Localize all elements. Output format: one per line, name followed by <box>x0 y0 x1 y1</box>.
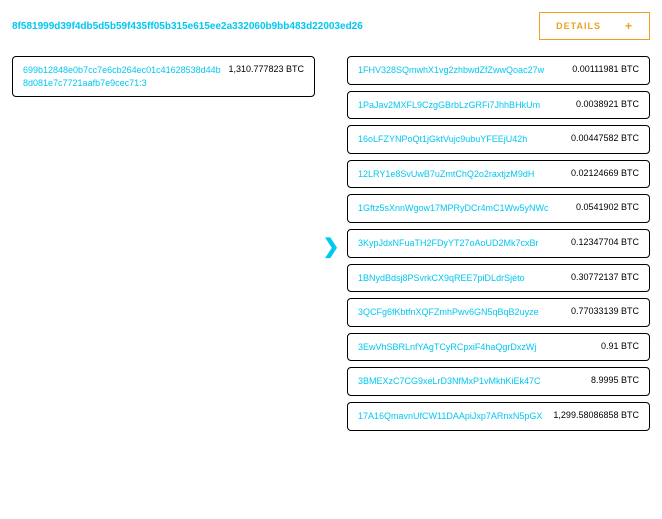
input-address[interactable]: 699b12848e0b7cc7e6cb264ec01c41628538d44b… <box>23 64 222 89</box>
output-amount: 0.77033139 BTC <box>571 306 639 316</box>
output-row: 17A16QmavnUfCW11DAApiJxp7ARnxN5pGX 1,299… <box>347 402 650 431</box>
output-row: 3QCFg6fKbtfnXQFZmhPwv6GN5qBqB2uyze 0.770… <box>347 298 650 327</box>
input-row: 699b12848e0b7cc7e6cb264ec01c41628538d44b… <box>12 56 315 97</box>
output-address[interactable]: 16oLFZYNPoQt1jGktVujc9ubuYFEEjU42h <box>358 133 565 146</box>
details-button[interactable]: DETAILS + <box>539 12 650 40</box>
output-address[interactable]: 1Gftz5sXnnWgow17MPRyDCr4mC1Ww5yNWc <box>358 202 570 215</box>
output-amount: 0.00111981 BTC <box>572 64 639 74</box>
output-row: 3EwVhSBRLnfYAgTCyRCpxiF4haQgrDxzWj 0.91 … <box>347 333 650 362</box>
output-address[interactable]: 3QCFg6fKbtfnXQFZmhPwv6GN5qBqB2uyze <box>358 306 565 319</box>
output-amount: 1,299.58086858 BTC <box>553 410 639 420</box>
output-row: 3KypJdxNFuaTH2FDyYT27oAoUD2Mk7cxBr 0.123… <box>347 229 650 258</box>
output-amount: 0.30772137 BTC <box>571 272 639 282</box>
arrow-icon: ❯ <box>323 234 340 259</box>
output-row: 1FHV328SQmwhX1vg2zhbwdZfZwwQoac27w 0.001… <box>347 56 650 85</box>
output-address[interactable]: 1PaJav2MXFL9CzgGBrbLzGRFi7JhhBHkUm <box>358 99 570 112</box>
output-address[interactable]: 17A16QmavnUfCW11DAApiJxp7ARnxN5pGX <box>358 410 547 423</box>
outputs-column: 1FHV328SQmwhX1vg2zhbwdZfZwwQoac27w 0.001… <box>347 56 650 437</box>
details-label: DETAILS <box>556 21 601 31</box>
output-address[interactable]: 3BMEXzC7CG9xeLrD3NfMxP1vMkhKiEk47C <box>358 375 585 388</box>
inputs-column: 699b12848e0b7cc7e6cb264ec01c41628538d44b… <box>12 56 315 437</box>
output-amount: 0.12347704 BTC <box>571 237 639 247</box>
output-address[interactable]: 1FHV328SQmwhX1vg2zhbwdZfZwwQoac27w <box>358 64 566 77</box>
output-amount: 0.0038921 BTC <box>576 99 639 109</box>
output-amount: 0.0541902 BTC <box>576 202 639 212</box>
plus-icon: + <box>625 19 633 33</box>
output-row: 1PaJav2MXFL9CzgGBrbLzGRFi7JhhBHkUm 0.003… <box>347 91 650 120</box>
output-amount: 8.9995 BTC <box>591 375 639 385</box>
output-row: 12LRY1e8SvUwB7uZmtChQ2o2raxtjzM9dH 0.021… <box>347 160 650 189</box>
transaction-hash[interactable]: 8f581999d39f4db5d5b59f435ff05b315e615ee2… <box>12 21 363 32</box>
output-address[interactable]: 1BNydBdsj8PSvrkCX9qREE7piDLdrSjéto <box>358 272 565 285</box>
input-amount: 1,310.777823 BTC <box>228 64 304 74</box>
output-row: 1BNydBdsj8PSvrkCX9qREE7piDLdrSjéto 0.307… <box>347 264 650 293</box>
output-address[interactable]: 12LRY1e8SvUwB7uZmtChQ2o2raxtjzM9dH <box>358 168 565 181</box>
output-amount: 0.91 BTC <box>601 341 639 351</box>
output-address[interactable]: 3EwVhSBRLnfYAgTCyRCpxiF4haQgrDxzWj <box>358 341 595 354</box>
output-amount: 0.02124669 BTC <box>571 168 639 178</box>
output-row: 3BMEXzC7CG9xeLrD3NfMxP1vMkhKiEk47C 8.999… <box>347 367 650 396</box>
output-row: 16oLFZYNPoQt1jGktVujc9ubuYFEEjU42h 0.004… <box>347 125 650 154</box>
output-amount: 0.00447582 BTC <box>571 133 639 143</box>
output-row: 1Gftz5sXnnWgow17MPRyDCr4mC1Ww5yNWc 0.054… <box>347 194 650 223</box>
output-address[interactable]: 3KypJdxNFuaTH2FDyYT27oAoUD2Mk7cxBr <box>358 237 565 250</box>
